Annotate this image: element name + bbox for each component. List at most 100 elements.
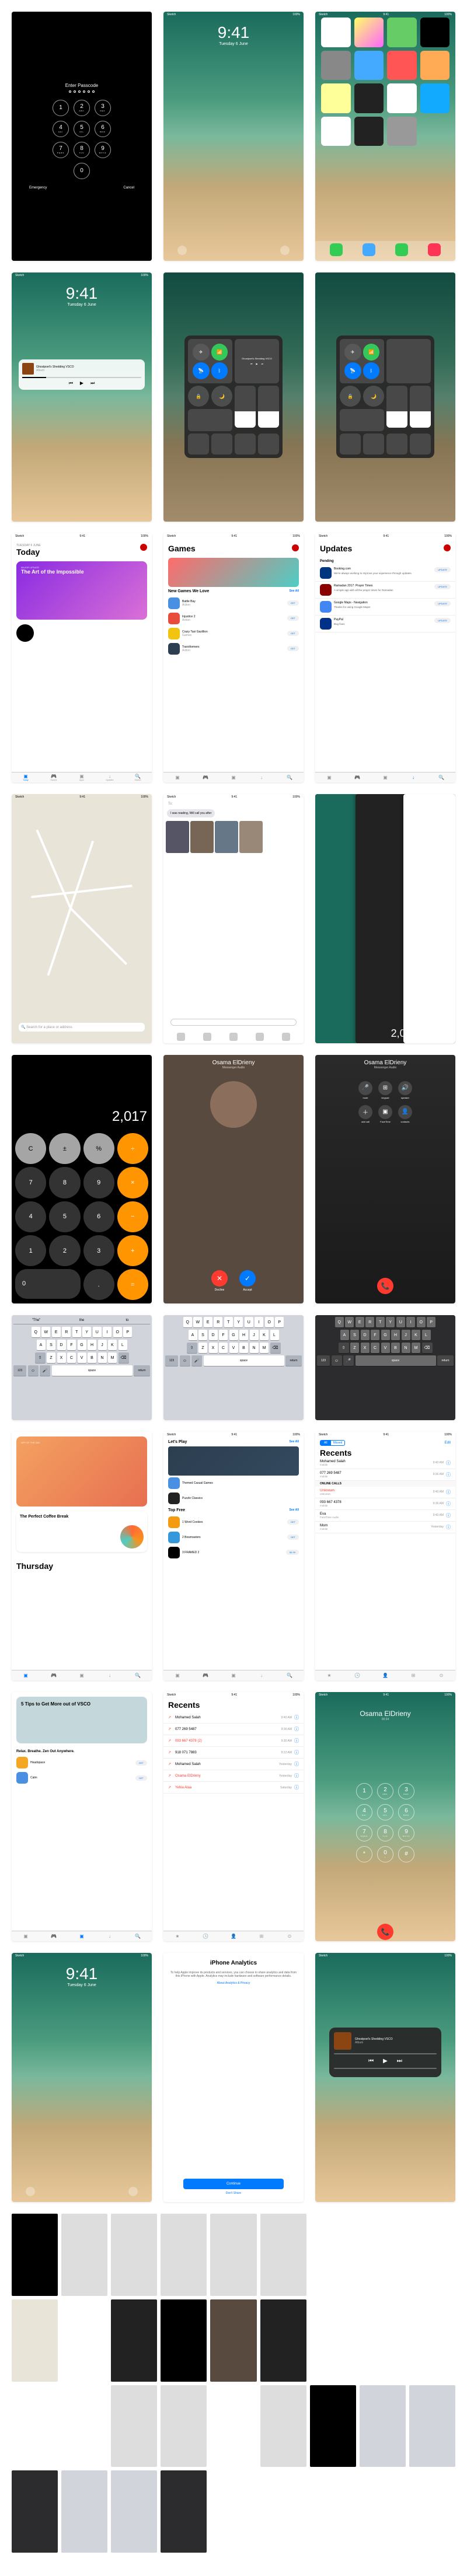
volume-slider[interactable] (258, 386, 279, 428)
app-settings[interactable] (387, 117, 417, 146)
dock-safari[interactable] (363, 243, 375, 256)
key-0[interactable]: 0 (74, 163, 90, 179)
tab-updates[interactable]: ↓Updates (96, 773, 124, 782)
game-item[interactable]: Battle BayActionGET (163, 596, 304, 611)
calc-divide[interactable]: ÷ (117, 1133, 148, 1164)
emergency-button[interactable]: Emergency (29, 186, 47, 190)
keypad-button[interactable]: ⊞keypad (378, 1081, 392, 1099)
photo-picker-row[interactable] (163, 819, 304, 855)
end-call-button[interactable]: 📞 (377, 1278, 393, 1294)
featured-card[interactable]: MAJOR UPDATE The Art of the Impossible (16, 561, 147, 620)
connectivity-module[interactable]: ✈ 📶 📡 ᛒ (188, 339, 232, 383)
key-2[interactable]: 2ABC (74, 100, 90, 116)
connectivity-module[interactable]: ✈ 📶 📡 ᛒ (340, 339, 384, 383)
calc-8[interactable]: 8 (49, 1167, 80, 1198)
play-button[interactable]: ▶ (80, 380, 83, 386)
flashlight-icon[interactable] (177, 246, 187, 255)
mic-key[interactable]: 🎤 (40, 1365, 50, 1376)
see-all-link[interactable]: See All (290, 589, 299, 593)
calc-0[interactable]: 0 (15, 1269, 81, 1299)
calc-7[interactable]: 7 (15, 1167, 46, 1198)
next-button[interactable]: ⏭ (90, 380, 95, 386)
bluetooth-toggle[interactable]: ᛒ (211, 362, 228, 379)
app-maps[interactable] (387, 18, 417, 47)
digital-touch-icon[interactable] (256, 1033, 264, 1041)
game-item[interactable]: Crazy Taxi GazillionGamesGET (163, 626, 304, 641)
calc-2[interactable]: 2 (49, 1235, 80, 1266)
app-weather[interactable] (354, 51, 384, 81)
facetime-button[interactable]: ▣FaceTime (378, 1105, 392, 1123)
calc-5[interactable]: 5 (49, 1201, 80, 1232)
get-button[interactable]: GET (287, 600, 299, 606)
recent-call[interactable]: EvaFaceTime Audio9:40 AMⓘ (315, 1510, 455, 1522)
recent-call[interactable]: MommobileYesterdayⓘ (315, 1522, 455, 1533)
app-notes[interactable] (321, 83, 351, 113)
airplane-toggle[interactable]: ✈ (193, 344, 210, 361)
tips-card[interactable]: 5 Tips to Get More out of VSCO (16, 1697, 147, 1743)
rotation-lock-toggle[interactable]: 🔒 (188, 386, 209, 407)
app-news[interactable] (387, 51, 417, 81)
progress-slider[interactable] (334, 2053, 437, 2054)
app-stocks[interactable] (354, 83, 384, 113)
music-widget[interactable]: Ghostpoet's Shedding VSCO Album ⏮ ▶ ⏭ (19, 359, 145, 390)
message-input[interactable] (170, 1019, 297, 1026)
contacts-button[interactable]: 👤contacts (398, 1105, 412, 1123)
screen-mirroring-button[interactable] (188, 409, 232, 431)
camera-icon[interactable] (128, 2187, 138, 2196)
music-module[interactable]: Ghostpoet's Shedding VSCO ⏮▶⏭ (235, 339, 279, 383)
segment-control[interactable]: All Missed (320, 1440, 345, 1446)
calc-multiply[interactable]: × (117, 1167, 148, 1198)
edit-button[interactable]: Edit (445, 1441, 451, 1445)
emoji-key[interactable]: ☺ (28, 1365, 39, 1376)
flashlight-icon[interactable] (26, 2187, 35, 2196)
featured-widget[interactable] (16, 624, 34, 642)
prev-button[interactable]: ⏮ (69, 380, 73, 386)
stickers-icon[interactable] (282, 1033, 290, 1041)
space-key[interactable]: space (52, 1365, 133, 1376)
mute-button[interactable]: 🎤mute (358, 1081, 372, 1099)
calc-9[interactable]: 9 (83, 1167, 114, 1198)
tab-search[interactable]: 🔍Search (124, 773, 152, 782)
brightness-slider[interactable] (235, 386, 256, 428)
recent-call[interactable]: 077 269 5487mobile9:36 AMⓘ (315, 1469, 455, 1481)
music-progress[interactable] (22, 377, 141, 378)
calc-equals[interactable]: = (117, 1269, 148, 1300)
calc-minus[interactable]: − (117, 1201, 148, 1232)
calc-4[interactable]: 4 (15, 1201, 46, 1232)
flashlight-button[interactable] (188, 434, 209, 455)
tab-apps[interactable]: ▣Apps (68, 773, 96, 782)
accept-button[interactable]: ✓Accept (239, 1270, 256, 1292)
continue-button[interactable]: Continue (183, 2179, 284, 2189)
timer-button[interactable] (211, 434, 232, 455)
delete-key[interactable]: ⌫ (119, 1352, 129, 1363)
key-6[interactable]: 6MNO (95, 121, 111, 137)
key-1[interactable]: 1 (53, 100, 69, 116)
calc-clear[interactable]: C (15, 1133, 46, 1164)
key-5[interactable]: 5JKL (74, 121, 90, 137)
music-module[interactable] (386, 339, 431, 383)
photos-app-icon[interactable] (203, 1033, 211, 1041)
game-item[interactable]: Injustice 2ActionGET (163, 611, 304, 626)
dnd-toggle[interactable]: 🌙 (211, 386, 232, 407)
app-home[interactable] (420, 51, 450, 81)
calc-decimal[interactable]: . (83, 1269, 114, 1300)
camera-icon[interactable] (280, 246, 290, 255)
key-4[interactable]: 4GHI (53, 121, 69, 137)
game-item[interactable]: TransformersActionGET (163, 641, 304, 656)
speaker-button[interactable]: 🔊speaker (398, 1081, 412, 1099)
multitask-card[interactable] (403, 794, 455, 1043)
wifi-toggle[interactable]: 📡 (193, 362, 210, 379)
app-wallet[interactable] (354, 117, 384, 146)
privacy-link[interactable]: About Analytics & Privacy (217, 1981, 250, 1985)
account-avatar[interactable] (444, 544, 451, 551)
tab-today[interactable]: ▣Today (12, 773, 40, 782)
calc-1[interactable]: 1 (15, 1235, 46, 1266)
account-avatar[interactable] (292, 544, 299, 551)
maps-search-field[interactable]: 🔍 Search for a place or address (19, 1023, 145, 1032)
calc-plus[interactable]: + (117, 1235, 148, 1266)
app-calendar[interactable] (321, 18, 351, 47)
key-3[interactable]: 3DEF (95, 100, 111, 116)
return-key[interactable]: return (134, 1365, 150, 1376)
recent-call[interactable]: Mohamed Salahmobile9:40 AMⓘ (315, 1457, 455, 1469)
num-key[interactable]: 123 (13, 1365, 26, 1376)
